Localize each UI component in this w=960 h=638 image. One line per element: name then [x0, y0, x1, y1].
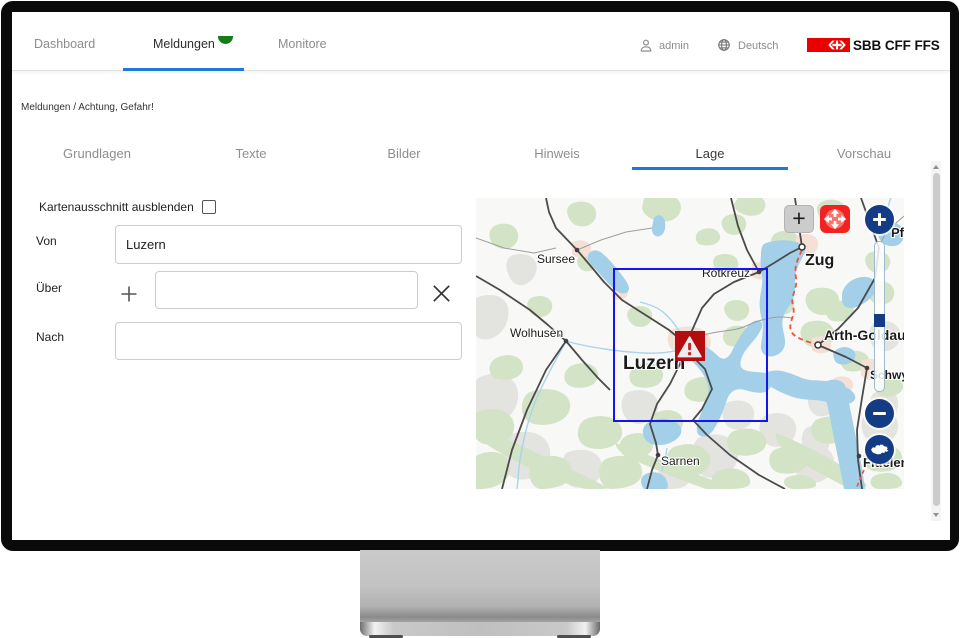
- svg-text:Sarnen: Sarnen: [661, 454, 700, 468]
- svg-text:Zug: Zug: [805, 252, 834, 269]
- svg-text:Wolhusen: Wolhusen: [510, 326, 563, 340]
- svg-text:Sursee: Sursee: [537, 252, 575, 266]
- svg-text:Arth-Goldau: Arth-Goldau: [824, 327, 904, 343]
